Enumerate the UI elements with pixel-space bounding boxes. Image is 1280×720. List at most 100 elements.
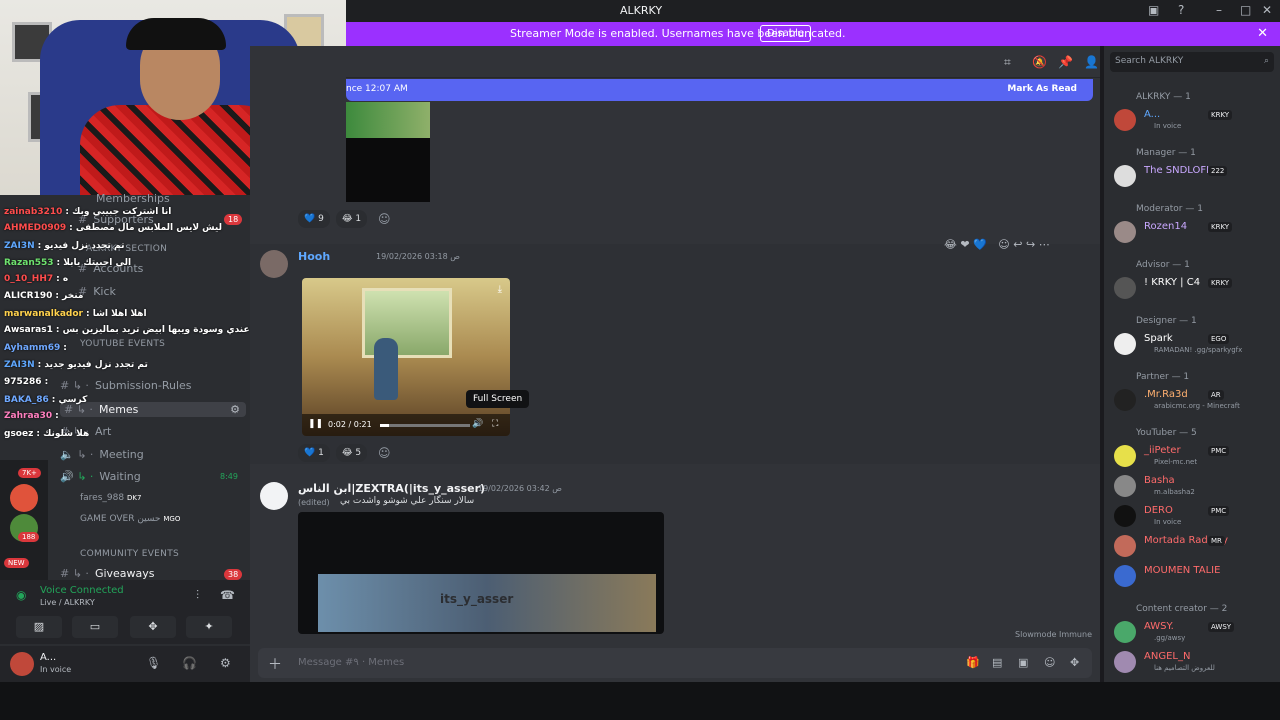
fullscreen-icon[interactable]: ⛶: [492, 419, 498, 429]
message-input[interactable]: Message #٩ · Memes: [298, 657, 404, 668]
threads-icon[interactable]: ⌗: [1004, 55, 1011, 70]
minimize-icon[interactable]: –: [1216, 3, 1222, 17]
previous-embed-image[interactable]: [346, 102, 430, 202]
reaction-chip[interactable]: 😂 5: [336, 444, 368, 462]
member-item[interactable]: Mortada Radawy MR: [1112, 534, 1274, 560]
role-header: YouTuber — 5: [1136, 428, 1197, 438]
download-icon[interactable]: ⤓: [498, 284, 502, 295]
reaction-chip[interactable]: 💙 9: [298, 210, 330, 228]
member-status: RAMADAN! .gg/sparkygfx: [1154, 346, 1243, 354]
channel-label: Art: [94, 425, 112, 438]
stream-chat-line: AHMED0909: ليش لايس الملابس مال مصطفى: [4, 223, 222, 233]
activities-button[interactable]: ✥: [130, 616, 176, 638]
headphones-icon[interactable]: 🎧: [182, 656, 197, 670]
bottom-strip: [0, 682, 1280, 720]
message-author[interactable]: Hooh: [298, 250, 330, 263]
forward-icon[interactable]: ↪: [1026, 238, 1035, 251]
gift-icon[interactable]: 🎁: [966, 656, 980, 669]
category-community-events[interactable]: COMMUNITY EVENTS: [80, 549, 179, 559]
reply-icon[interactable]: ↩: [1013, 238, 1022, 251]
disable-button[interactable]: Disable: [760, 25, 812, 42]
category-youtube-events[interactable]: YOUTUBE EVENTS: [80, 339, 165, 349]
reaction-chip[interactable]: 💙 1: [298, 444, 330, 462]
microphone-icon[interactable]: 🎙: [146, 656, 161, 670]
sticker-icon[interactable]: ▣: [1018, 656, 1028, 669]
message-author[interactable]: ابن الناس|ZEXTRA(|its_y_asser): [298, 482, 485, 495]
close-window-icon[interactable]: ✕: [1262, 3, 1272, 17]
unread-badge: 38: [224, 569, 243, 580]
stream-chat-user: Awsaras1: [4, 325, 53, 335]
maximize-icon[interactable]: □: [1240, 3, 1251, 17]
add-reaction-icon[interactable]: ☺: [378, 446, 391, 460]
member-item[interactable]: AWSY. AWSY .gg/awsy: [1112, 620, 1274, 646]
member-item[interactable]: .Mr.Ra3d AR arabicmc.org - Minecraft: [1112, 388, 1274, 414]
channel-waiting[interactable]: 🔊 ↳ · Waiting: [60, 470, 141, 483]
add-reaction-icon[interactable]: ☺: [998, 238, 1009, 251]
soundboard-button[interactable]: ✦: [186, 616, 232, 638]
member-item[interactable]: Spark EGO RAMADAN! .gg/sparkygfx: [1112, 332, 1274, 358]
member-item[interactable]: Rozen14 KRKY: [1112, 220, 1274, 246]
channel-memberships[interactable]: Memberships: [96, 192, 170, 205]
voice-user[interactable]: fares_988 DK7: [80, 493, 141, 503]
avatar[interactable]: [10, 652, 34, 676]
emoji-icon[interactable]: ☺: [1044, 656, 1055, 669]
voice-status[interactable]: Voice Connected: [40, 585, 124, 596]
member-item[interactable]: ! KRKY | C4 KRKY: [1112, 276, 1274, 302]
add-reaction-icon[interactable]: ☺: [378, 212, 391, 226]
noise-icon[interactable]: ⫶: [196, 588, 199, 603]
slowmode-label: Slowmode Immune: [1015, 630, 1092, 639]
stream-chat-line: Razan553: الي احبيتك يابلا: [4, 258, 132, 268]
disconnect-icon[interactable]: ☎: [220, 588, 235, 602]
server-icon[interactable]: [10, 484, 38, 512]
member-item[interactable]: _iiPeter PMC Pixel-mc.net: [1112, 444, 1274, 470]
screen-share-button[interactable]: ▭: [72, 616, 118, 638]
channel-giveaways[interactable]: # ↳ · Giveaways: [60, 567, 155, 580]
video-player[interactable]: ⤓ ❚❚ 0:02 / 0:21 🔊 ⛶: [302, 278, 510, 436]
member-item[interactable]: ANGEL_N للعروض التصاميم هنا: [1112, 650, 1274, 676]
blue-heart-icon[interactable]: 💙: [973, 238, 987, 251]
channel-kick[interactable]: # Kick: [78, 285, 116, 298]
laugh-reaction-icon[interactable]: 😂: [944, 238, 957, 251]
new-messages-bar[interactable]: nce 12:07 AM Mark As Read: [346, 79, 1093, 101]
more-icon[interactable]: ⋯: [1039, 238, 1050, 251]
channel-meeting[interactable]: 🔈 ↳ · Meeting: [60, 448, 144, 461]
video-progress[interactable]: [380, 424, 470, 427]
channel-memes[interactable]: # ↳ · Memes ⚙: [60, 402, 246, 417]
gif-icon[interactable]: ▤: [992, 656, 1002, 669]
channel-label: Kick: [93, 285, 116, 298]
inbox-icon[interactable]: ▣: [1148, 3, 1159, 17]
pin-icon[interactable]: 📌: [1058, 55, 1073, 69]
video-embed[interactable]: its_y_asser: [298, 512, 664, 634]
member-tag: PMC: [1208, 446, 1230, 456]
avatar[interactable]: [260, 250, 288, 278]
volume-icon[interactable]: 🔊: [472, 419, 483, 429]
member-status: Pixel-mc.net: [1154, 458, 1198, 466]
add-attachment-icon[interactable]: ＋: [268, 654, 282, 674]
voice-user[interactable]: GAME OVER حسين MGO: [80, 514, 180, 524]
settings-icon[interactable]: ⚙: [230, 403, 240, 416]
camera-button[interactable]: ▨: [16, 616, 62, 638]
stream-chat-text: اني عندي وسودة ويبها ابيض تريد بماليزين …: [62, 325, 269, 335]
close-icon[interactable]: ✕: [1257, 26, 1268, 41]
help-icon[interactable]: ?: [1178, 3, 1184, 17]
message-composer[interactable]: ＋ Message #٩ · Memes 🎁 ▤ ▣ ☺ ✥: [258, 648, 1092, 678]
unread-badge: 18: [224, 214, 243, 225]
pause-icon[interactable]: ❚❚: [308, 419, 323, 429]
avatar[interactable]: [260, 482, 288, 510]
heart-reaction-icon[interactable]: ❤: [960, 238, 969, 251]
new-since-text: nce 12:07 AM: [346, 84, 408, 94]
gear-icon[interactable]: ⚙: [220, 656, 231, 670]
member-item[interactable]: Basha m.albasha2: [1112, 474, 1274, 500]
search-input[interactable]: Search ALKRKY ⌕: [1110, 52, 1274, 72]
member-item[interactable]: The SNDLOFI 222: [1112, 164, 1274, 190]
apps-icon[interactable]: ✥: [1070, 656, 1079, 669]
members-icon[interactable]: 👤: [1084, 55, 1099, 69]
member-item[interactable]: MOUMEN TALIE: [1112, 564, 1274, 590]
mark-as-read-button[interactable]: Mark As Read: [1007, 84, 1077, 94]
member-item[interactable]: DERO PMC In voice: [1112, 504, 1274, 530]
member-item[interactable]: A... KRKY In voice: [1112, 108, 1274, 134]
channel-submission-rules[interactable]: # ↳ · Submission-Rules: [60, 379, 192, 392]
notifications-icon[interactable]: 🔕: [1032, 55, 1047, 69]
reaction-chip[interactable]: 😂 1: [336, 210, 368, 228]
voice-user-tag: DK7: [126, 494, 142, 502]
